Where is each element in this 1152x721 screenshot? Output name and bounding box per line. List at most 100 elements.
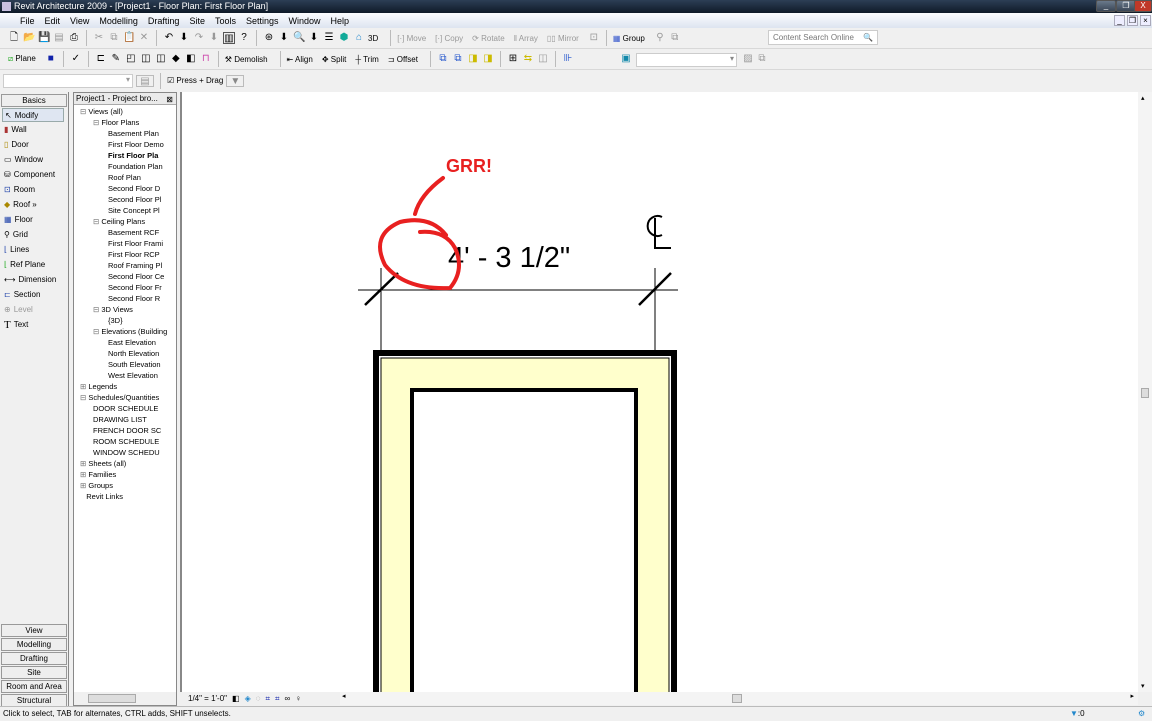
tree-item[interactable]: East Elevation <box>108 337 156 348</box>
drawing-canvas[interactable] <box>180 92 1138 692</box>
tree-item[interactable]: ⊟ Elevations (Building <box>93 326 167 337</box>
shadows-icon[interactable]: ◌ <box>256 692 261 705</box>
tree-item[interactable]: Second Floor Fr <box>108 282 162 293</box>
tree-item[interactable]: DRAWING LIST <box>93 414 147 425</box>
tree-item[interactable]: First Floor Frami <box>108 238 163 249</box>
element-properties-button[interactable]: ▤ <box>136 74 154 87</box>
tree-item[interactable]: Roof Framing Pl <box>108 260 162 271</box>
menu-site[interactable]: Site <box>189 16 205 26</box>
move-button[interactable]: [·] Move <box>397 34 426 43</box>
project-browser-toggle-icon[interactable]: ▥ <box>223 32 235 44</box>
rotate-button[interactable]: ⟳ Rotate <box>472 34 505 43</box>
dropdown-icon[interactable]: ⬇ <box>278 32 290 44</box>
tree-item[interactable]: ⊞ Sheets (all) <box>80 458 126 469</box>
scope-box-icon[interactable]: ⊏ <box>95 53 107 65</box>
reveal-icon[interactable]: ⇆ <box>522 53 534 65</box>
search-icon[interactable]: 🔍 <box>863 31 873 44</box>
type-selector[interactable]: ▾ <box>3 73 133 88</box>
tool-dimension[interactable]: ⟷ Dimension <box>2 273 64 287</box>
navigation-wheel-icon[interactable]: ⊛ <box>263 32 275 44</box>
match-type-icon[interactable]: ✎ <box>110 53 122 65</box>
mdi-close-button[interactable]: × <box>1140 15 1151 26</box>
tree-item[interactable]: ⊞ Families <box>80 469 116 480</box>
tree-item[interactable]: ⊟ Views (all) <box>80 106 123 117</box>
unjoin-icon[interactable]: ◫ <box>155 53 167 65</box>
tree-item[interactable]: Roof Plan <box>108 172 141 183</box>
temp-hide-icon[interactable]: ∞ <box>285 692 291 705</box>
tool-window[interactable]: ▭ Window <box>2 153 64 167</box>
tool-wall[interactable]: ▮ Wall <box>2 123 64 137</box>
tree-item[interactable]: DOOR SCHEDULE <box>93 403 158 414</box>
cut-geometry-icon[interactable]: ◰ <box>125 53 137 65</box>
view-scale[interactable]: 1/4" = 1'-0" <box>188 692 227 705</box>
split-face-icon[interactable]: ◧ <box>185 53 197 65</box>
cut-icon[interactable]: ✂ <box>93 32 105 44</box>
tree-item[interactable]: South Elevation <box>108 359 161 370</box>
tab-view[interactable]: View <box>1 624 67 637</box>
tool-modify[interactable]: ↖ Modify <box>2 108 64 122</box>
filter-icon[interactable]: ▼ <box>226 74 245 87</box>
delete-icon[interactable]: ✕ <box>138 32 150 44</box>
tool-component[interactable]: ⛁ Component <box>2 168 64 182</box>
array-button[interactable]: ‖ Array <box>514 34 538 43</box>
tree-item[interactable]: Site Concept Pl <box>108 205 160 216</box>
mdi-restore-button[interactable]: ❐ <box>1127 15 1138 26</box>
reveal-hidden-icon[interactable]: ♀ <box>295 692 301 705</box>
unpin-icon[interactable]: ⧉ <box>669 32 681 44</box>
help-icon[interactable]: ? <box>238 32 250 44</box>
offset-button[interactable]: ⊐ Offset <box>388 55 418 64</box>
open-icon[interactable]: 📂 <box>23 32 35 44</box>
tool-lines[interactable]: ⌊ Lines <box>2 243 64 257</box>
cube-icon[interactable]: ⬢ <box>338 32 350 44</box>
copy-button[interactable]: [·] Copy <box>435 34 463 43</box>
render-settings-select[interactable]: ▾ <box>636 53 737 67</box>
group-button[interactable]: ▦ Group <box>613 34 645 43</box>
tree-item[interactable]: Second Floor Pl <box>108 194 161 205</box>
content-search-input[interactable]: Content Search Online 🔍 <box>768 30 878 45</box>
menu-drafting[interactable]: Drafting <box>148 16 180 26</box>
crop-icon[interactable]: ⌗ <box>266 692 271 705</box>
model-graphics-icon[interactable]: ◈ <box>245 692 251 705</box>
restore-button[interactable]: ❐ <box>1116 0 1136 12</box>
app-icon[interactable] <box>2 2 11 11</box>
detail-level-icon[interactable]: ◧ <box>232 692 240 705</box>
undo-dropdown-icon[interactable]: ⬇ <box>178 32 190 44</box>
show-crop-icon[interactable]: ⌗ <box>275 692 280 705</box>
horizontal-scrollbar[interactable]: ◂ ▸ <box>340 692 1138 705</box>
tool-ref-plane[interactable]: ⌊ Ref Plane <box>2 258 64 272</box>
tree-item[interactable]: First Floor Demo <box>108 139 164 150</box>
mirror-button[interactable]: ▯▯ Mirror <box>547 34 579 43</box>
new-icon[interactable]: 🗋 <box>8 32 20 44</box>
tree-item[interactable]: FRENCH DOOR SC <box>93 425 161 436</box>
tab-room-and-area[interactable]: Room and Area <box>1 680 67 693</box>
tree-item[interactable]: Basement RCF <box>108 227 159 238</box>
print-icon[interactable]: ⎙ <box>68 32 80 44</box>
tree-item[interactable]: Second Floor R <box>108 293 160 304</box>
unhide-icon[interactable]: ◫ <box>537 53 549 65</box>
tool-door[interactable]: ▯ Door <box>2 138 64 152</box>
tab-drafting[interactable]: Drafting <box>1 652 67 665</box>
browser-horizontal-scrollbar[interactable] <box>74 692 176 705</box>
wall-joins-icon[interactable]: ⊓ <box>200 53 212 65</box>
tree-item[interactable]: Revit Links <box>80 491 123 502</box>
press-drag-checkbox[interactable]: ☑ Press + Drag <box>167 76 223 85</box>
paste-aligned-icon[interactable]: ⧉ <box>452 53 464 65</box>
menu-file[interactable]: File <box>20 16 35 26</box>
save-icon[interactable]: 💾 <box>38 32 50 44</box>
tree-item[interactable]: ⊟ Floor Plans <box>93 117 139 128</box>
linework-icon[interactable]: ⊞ <box>507 53 519 65</box>
tree-item[interactable]: WINDOW SCHEDU <box>93 447 160 458</box>
menu-help[interactable]: Help <box>331 16 350 26</box>
split-button[interactable]: ✥ Split <box>322 55 347 64</box>
paint-icon[interactable]: ◆ <box>170 53 182 65</box>
minimize-button[interactable]: _ <box>1096 0 1116 12</box>
measure-icon[interactable]: ⊪ <box>562 53 574 65</box>
dropdown-icon[interactable]: ⬇ <box>308 32 320 44</box>
tree-item[interactable]: Second Floor Ce <box>108 271 164 282</box>
render-icon[interactable]: ▣ <box>620 53 632 65</box>
tab-modelling[interactable]: Modelling <box>1 638 67 651</box>
tree-item[interactable]: ⊟ Schedules/Quantities <box>80 392 159 403</box>
mdi-minimize-button[interactable]: _ <box>1114 15 1125 26</box>
menu-tools[interactable]: Tools <box>215 16 236 26</box>
redo-icon[interactable]: ↷ <box>193 32 205 44</box>
